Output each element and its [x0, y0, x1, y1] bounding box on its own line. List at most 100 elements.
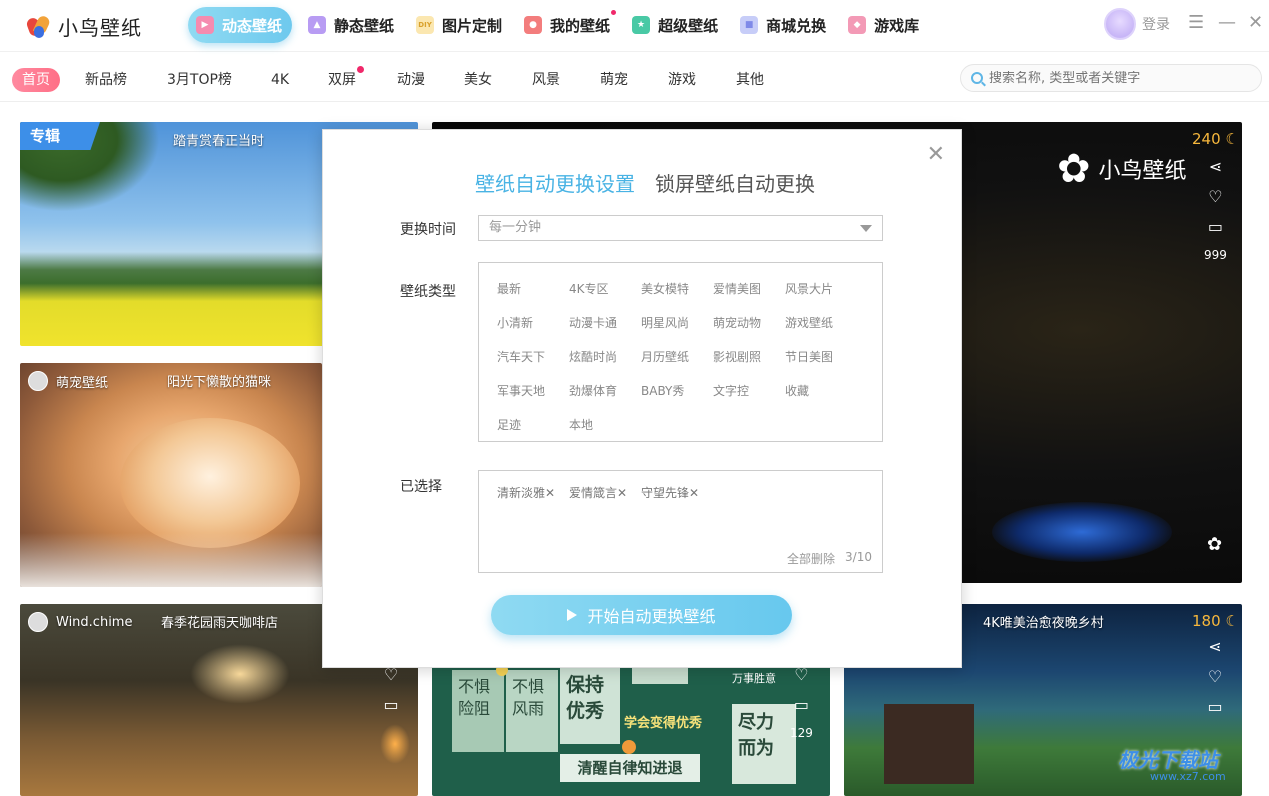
card-author[interactable]: 萌宠壁纸 [28, 371, 108, 391]
selected-label: 已选择 [400, 479, 442, 495]
app-logo[interactable]: 小鸟壁纸 [25, 12, 142, 41]
type-option[interactable]: 劲爆体育 [569, 382, 617, 399]
bird-logo-icon [25, 13, 52, 40]
lamp-glow-art [190, 644, 290, 704]
earth-glow-art [992, 502, 1172, 562]
selected-chip[interactable]: 清新淡雅✕ [497, 484, 555, 501]
comment-icon[interactable]: ▭ [792, 696, 810, 714]
selected-chip[interactable]: 守望先锋✕ [641, 484, 699, 501]
nav-my-wallpaper[interactable]: ● 我的壁纸 [514, 7, 622, 43]
comment-count: 999 [1204, 248, 1227, 262]
type-option[interactable]: 明星风尚 [641, 314, 689, 331]
gamepad-icon: ◆ [848, 16, 867, 34]
type-option[interactable]: 爱情美图 [713, 280, 761, 297]
close-icon[interactable]: ✕ [927, 144, 945, 166]
menu-icon[interactable]: ☰ [1188, 12, 1204, 33]
heart-icon[interactable]: ♡ [1206, 188, 1224, 206]
minimize-icon[interactable]: — [1218, 12, 1236, 33]
house-art [884, 704, 974, 784]
type-option[interactable]: 足迹 [497, 416, 521, 433]
start-auto-change-button[interactable]: 开始自动更换壁纸 [491, 595, 792, 635]
type-option[interactable]: 小清新 [497, 314, 533, 331]
comment-count: 129 [790, 726, 813, 740]
card-title: 4K唯美治愈夜晚乡村 [983, 616, 1104, 631]
nav-static-wallpaper[interactable]: ▲ 静态壁纸 [298, 7, 406, 43]
slogan-text: 学会变得优秀 [624, 716, 703, 731]
nav-label: 静态壁纸 [334, 16, 395, 35]
heart-icon[interactable]: ♡ [1206, 668, 1224, 686]
slogan-text: 万事胜意 [732, 672, 776, 685]
coin-icon: ☾ [1225, 130, 1239, 148]
note-text: 不惧风雨 [512, 677, 545, 718]
play-icon [567, 609, 578, 621]
site-watermark-url: www.xz7.com [1150, 770, 1226, 783]
comment-icon[interactable]: ▭ [1206, 218, 1224, 236]
category-top[interactable]: 3月TOP榜 [167, 68, 232, 92]
comment-icon[interactable]: ▭ [1206, 698, 1224, 716]
note-card: 不惧险阻 [452, 670, 504, 752]
clear-all-button[interactable]: 全部删除 [787, 550, 835, 567]
share-icon[interactable]: ⋖ [1206, 158, 1224, 176]
category-other[interactable]: 其他 [736, 68, 764, 92]
nav-game-library[interactable]: ◆ 游戏库 [838, 7, 931, 43]
category-dual-screen[interactable]: 双屏 [328, 66, 364, 92]
nav-super-wallpaper[interactable]: ★ 超级壁纸 [622, 7, 730, 43]
search-icon [971, 72, 983, 84]
search-input[interactable] [989, 70, 1259, 86]
type-option[interactable]: 月历壁纸 [641, 348, 689, 365]
heart-icon[interactable]: ♡ [792, 666, 810, 684]
type-option[interactable]: 文字控 [713, 382, 749, 399]
type-option[interactable]: 本地 [569, 416, 593, 433]
type-option[interactable]: 影视剧照 [713, 348, 761, 365]
type-option[interactable]: 4K专区 [569, 280, 609, 297]
cat-art [120, 418, 300, 548]
category-4k[interactable]: 4K [271, 68, 289, 92]
site-watermark: 极光下载站 [1118, 748, 1218, 772]
login-link[interactable]: 登录 [1142, 14, 1170, 34]
category-new[interactable]: 新品榜 [85, 68, 127, 92]
auto-change-settings-dialog: ✕ 壁纸自动更换设置 锁屏壁纸自动更换 更换时间 每一分钟 壁纸类型 最新 4K… [322, 129, 962, 668]
user-login[interactable]: 登录 [1104, 8, 1170, 40]
category-beauty[interactable]: 美女 [464, 68, 492, 92]
type-option[interactable]: 军事天地 [497, 382, 545, 399]
app-window: 小鸟壁纸 ▶ 动态壁纸 ▲ 静态壁纸 DIY 图片定制 ● 我的壁纸 ★ 超级壁… [0, 0, 1269, 796]
tab-lockscreen-auto-change[interactable]: 锁屏壁纸自动更换 [655, 168, 815, 197]
heart-icon[interactable]: ♡ [382, 666, 400, 684]
dialog-tabs: 壁纸自动更换设置 锁屏壁纸自动更换 [475, 168, 815, 197]
category-games[interactable]: 游戏 [668, 68, 696, 92]
category-home[interactable]: 首页 [12, 68, 60, 92]
interval-select[interactable]: 每一分钟 [478, 215, 883, 241]
type-option[interactable]: 萌宠动物 [713, 314, 761, 331]
type-option[interactable]: 节日美图 [785, 348, 833, 365]
nav-dynamic-wallpaper[interactable]: ▶ 动态壁纸 [188, 7, 293, 43]
type-option[interactable]: 炫酷时尚 [569, 348, 617, 365]
nav-custom-image[interactable]: DIY 图片定制 [406, 7, 514, 43]
category-scenery[interactable]: 风景 [532, 68, 560, 92]
category-pets[interactable]: 萌宠 [600, 68, 628, 92]
avatar[interactable] [1104, 8, 1136, 40]
close-window-icon[interactable]: ✕ [1248, 12, 1263, 33]
comment-icon[interactable]: ▭ [382, 696, 400, 714]
main-nav: ▶ 动态壁纸 ▲ 静态壁纸 DIY 图片定制 ● 我的壁纸 ★ 超级壁纸 ■ 商… [188, 7, 931, 43]
type-option[interactable]: 汽车天下 [497, 348, 545, 365]
selected-chip[interactable]: 爱情箴言✕ [569, 484, 627, 501]
type-option[interactable]: 收藏 [785, 382, 809, 399]
notification-dot [357, 66, 364, 73]
brand-name: 小鸟壁纸 [1098, 159, 1187, 184]
tab-desktop-auto-change[interactable]: 壁纸自动更换设置 [475, 168, 635, 197]
nav-shop-exchange[interactable]: ■ 商城兑换 [730, 7, 838, 43]
type-option[interactable]: 游戏壁纸 [785, 314, 833, 331]
nav-label: 超级壁纸 [658, 16, 719, 35]
type-option[interactable]: BABY秀 [641, 382, 684, 399]
type-option[interactable]: 最新 [497, 280, 521, 297]
share-icon[interactable]: ⋖ [1206, 638, 1224, 656]
avatar [28, 371, 48, 391]
category-anime[interactable]: 动漫 [397, 68, 425, 92]
wallpaper-card[interactable]: 萌宠壁纸 阳光下懒散的猫咪 [20, 363, 322, 587]
search-box[interactable] [960, 64, 1262, 92]
wallpaper-type-list: 最新 4K专区 美女模特 爱情美图 风景大片 小清新 动漫卡通 明星风尚 萌宠动… [478, 262, 883, 442]
type-option[interactable]: 动漫卡通 [569, 314, 617, 331]
card-author[interactable]: Wind.chime [28, 612, 132, 632]
type-option[interactable]: 美女模特 [641, 280, 689, 297]
type-option[interactable]: 风景大片 [785, 280, 833, 297]
